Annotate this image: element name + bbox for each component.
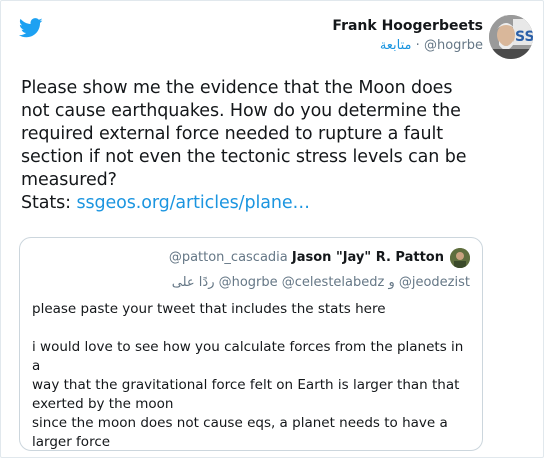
tweet-line: required external force needed to ruptur… [21,124,443,144]
quote-paragraph-gap [32,319,472,338]
quote-header: @patton_cascadia Jason "Jay" R. Patton [169,250,444,265]
author-info: Frank Hoogerbeets متابعة · @hogrbe [332,17,483,55]
avatar-photo: SS [489,15,533,59]
quote-line: since the moon does not cause eqs, a pla… [32,415,448,431]
quote-handle[interactable]: @patton_cascadia [169,250,288,265]
author-name[interactable]: Frank Hoogerbeets [332,17,483,35]
tweet-line: section if not even the tectonic stress … [21,147,467,167]
tweet-stats-line: Stats: ssgeos.org/articles/plane… [21,192,531,215]
quote-line: way that the gravitational force felt on… [32,377,460,393]
quote-line: please paste your tweet that includes th… [32,301,386,317]
avatar[interactable]: SS [489,15,533,59]
follow-link[interactable]: متابعة [380,38,412,53]
stats-link[interactable]: ssgeos.org/articles/plane… [76,193,310,213]
author-handle[interactable]: @hogrbe [424,38,483,53]
embedded-tweet-card: Frank Hoogerbeets متابعة · @hogrbe SS Pl… [0,0,544,458]
twitter-bird-icon[interactable] [19,18,43,38]
quote-author-name[interactable]: Jason "Jay" R. Patton [292,250,444,265]
tweet-text: Please show me the evidence that the Moo… [21,77,531,215]
quote-line: larger force [32,434,111,450]
quote-avatar-photo [450,248,470,268]
quote-avatar[interactable] [450,248,470,268]
author-meta: متابعة · @hogrbe [332,37,483,55]
tweet-line: measured? [21,170,117,190]
meta-separator: · [415,38,420,53]
svg-text:SS: SS [515,29,533,45]
quote-line: i would love to see how you calculate fo… [32,339,464,374]
reply-context: ردًا على @hogrbe @celestelabedz و @jeode… [171,275,470,290]
stats-label: Stats: [21,193,77,213]
tweet-line: not cause earthquakes. How do you determ… [21,101,461,121]
quoted-tweet[interactable]: @patton_cascadia Jason "Jay" R. Patton ر… [19,237,483,451]
quote-line: exerted by the moon [32,396,174,412]
tweet-line: Please show me the evidence that the Moo… [21,78,453,98]
quote-body: please paste your tweet that includes th… [32,300,472,452]
